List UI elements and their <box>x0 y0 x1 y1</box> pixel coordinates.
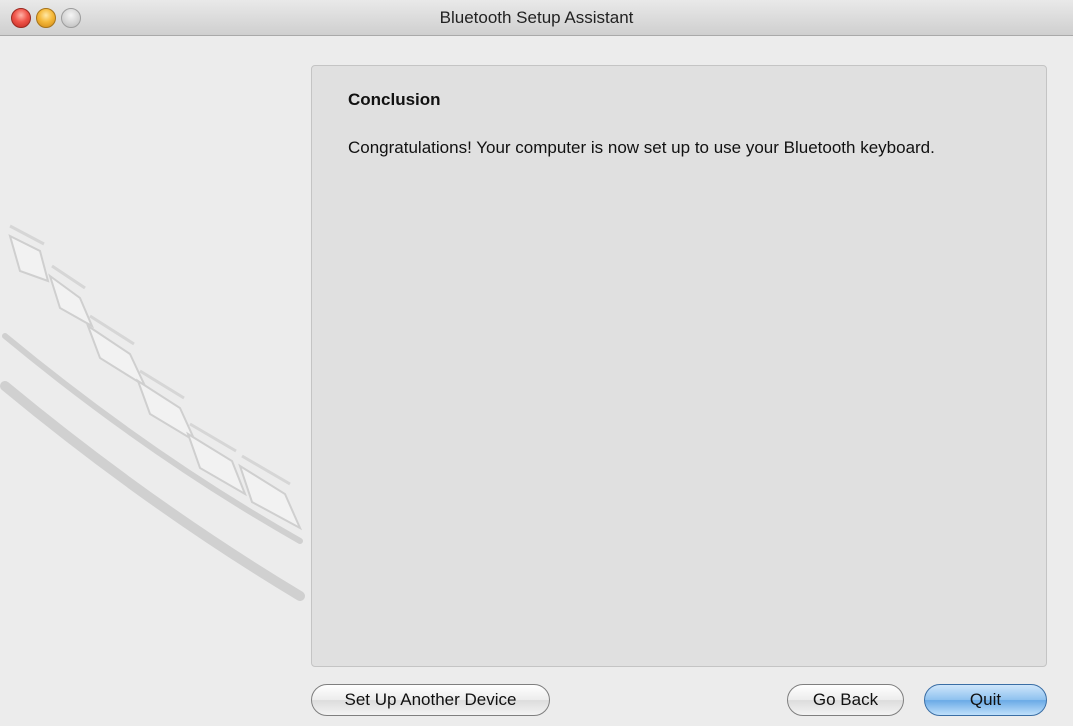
title-bar[interactable]: Bluetooth Setup Assistant <box>0 0 1073 36</box>
content-panel: Conclusion Congratulations! Your compute… <box>311 65 1047 667</box>
set-up-another-device-button[interactable]: Set Up Another Device <box>311 684 550 716</box>
quit-button[interactable]: Quit <box>924 684 1047 716</box>
bluetooth-setup-window: Bluetooth Setup Assistant Conclusion Con… <box>0 0 1073 726</box>
keyboard-illustration-icon <box>0 224 305 601</box>
window-title: Bluetooth Setup Assistant <box>439 8 634 27</box>
page-title: Conclusion <box>348 90 441 109</box>
conclusion-message: Congratulations! Your computer is now se… <box>348 138 935 157</box>
go-back-button[interactable]: Go Back <box>787 684 904 716</box>
